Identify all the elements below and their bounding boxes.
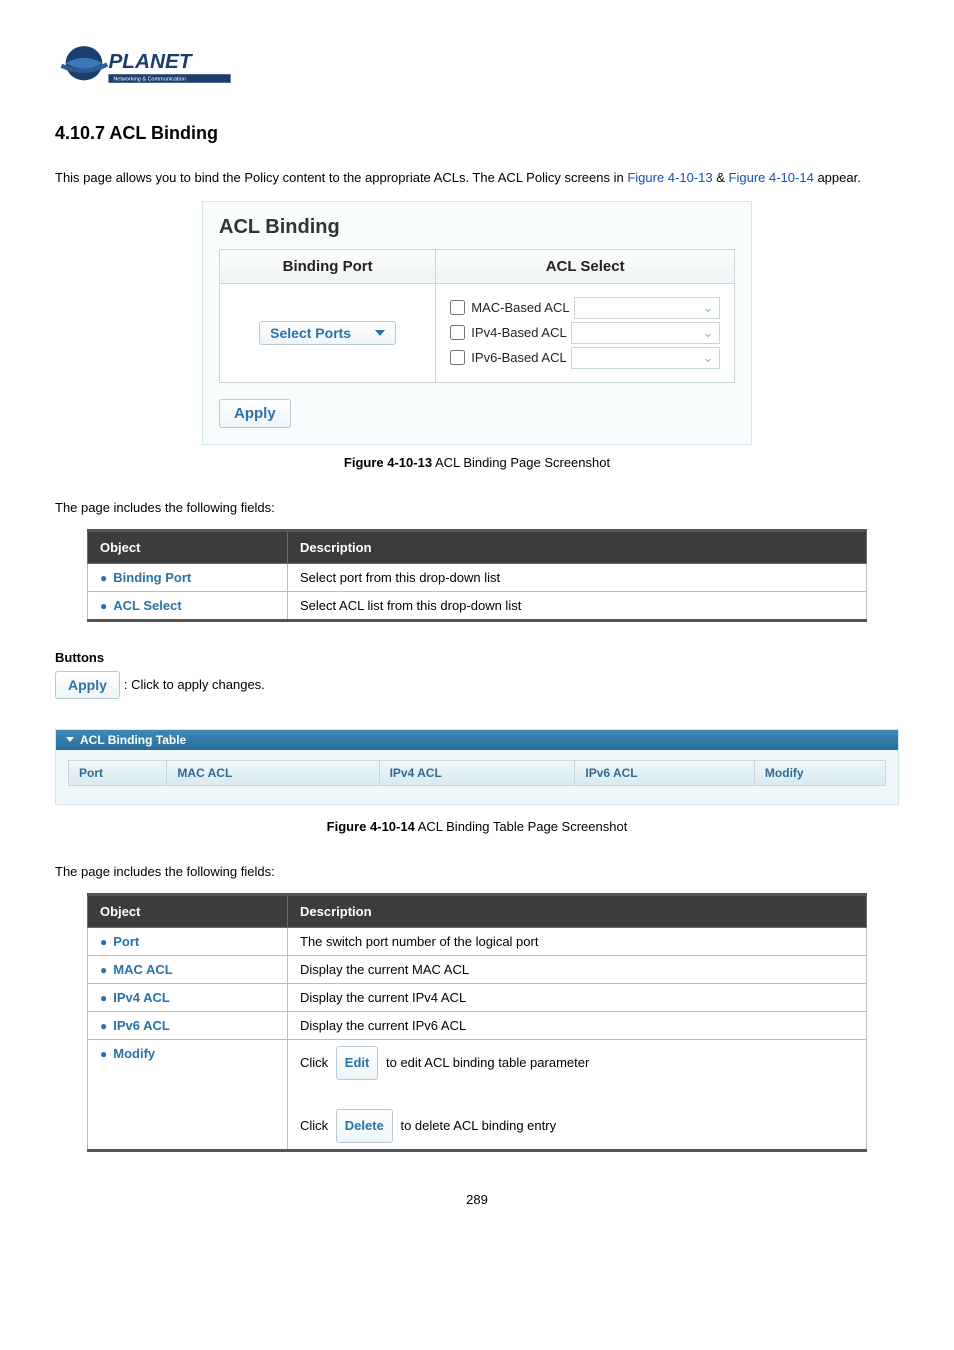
chevron-down-icon xyxy=(66,737,74,742)
obj-desc: Display the current IPv4 ACL xyxy=(288,983,867,1011)
obj-desc: Select ACL list from this drop-down list xyxy=(288,591,867,620)
apply-button-desc: : Click to apply changes. xyxy=(124,677,265,692)
obj-name: MAC ACL xyxy=(113,962,172,977)
intro-paragraph: This page allows you to bind the Policy … xyxy=(55,162,899,195)
ipv4-based-acl-label: IPv4-Based ACL xyxy=(471,325,566,340)
panel-title: ACL Binding xyxy=(219,212,735,249)
obj-desc-modify: Click Edit to edit ACL binding table par… xyxy=(288,1039,867,1151)
bullet-icon: ● xyxy=(100,1047,107,1061)
figure-caption-num: Figure 4-10-14 xyxy=(327,819,415,834)
apply-button[interactable]: Apply xyxy=(219,399,291,428)
chevron-down-icon: ⌄ xyxy=(701,301,715,315)
obj-name: IPv4 ACL xyxy=(113,990,170,1005)
table-row: ● IPv4 ACL Display the current IPv4 ACL xyxy=(88,983,867,1011)
obj-name: Binding Port xyxy=(113,570,191,585)
obj-name: Port xyxy=(113,934,139,949)
section-heading: 4.10.7 ACL Binding xyxy=(55,123,899,144)
col-binding-port: Binding Port xyxy=(220,249,436,283)
intro-amp: & xyxy=(716,170,728,185)
obj-name: IPv6 ACL xyxy=(113,1018,170,1033)
table2-header-desc: Description xyxy=(288,894,867,927)
buttons-row: Apply : Click to apply changes. xyxy=(55,671,899,699)
table1-header-object: Object xyxy=(88,530,288,563)
delete-desc: to delete ACL binding entry xyxy=(400,1118,556,1133)
edit-desc: to edit ACL binding table parameter xyxy=(386,1055,589,1070)
brand-logo: PLANET Networking & Communication xyxy=(55,40,899,98)
delete-button[interactable]: Delete xyxy=(336,1109,393,1144)
intro-text-pre: This page allows you to bind the Policy … xyxy=(55,170,627,185)
bullet-icon: ● xyxy=(100,991,107,1005)
acl-binding-table-header[interactable]: ACL Binding Table xyxy=(56,730,898,750)
obj-desc: Select port from this drop-down list xyxy=(288,563,867,591)
ipv4-based-acl-checkbox[interactable] xyxy=(450,325,465,340)
mac-based-acl-checkbox[interactable] xyxy=(450,300,465,315)
table-row: ● Port The switch port number of the logi… xyxy=(88,927,867,955)
ipv6-based-acl-checkbox[interactable] xyxy=(450,350,465,365)
click-text: Click xyxy=(300,1055,328,1070)
buttons-heading: Buttons xyxy=(55,650,899,665)
obj-name: Modify xyxy=(113,1046,155,1061)
mac-based-acl-label: MAC-Based ACL xyxy=(471,300,569,315)
bullet-icon: ● xyxy=(100,935,107,949)
ipv4-based-acl-select[interactable]: ⌄ xyxy=(571,322,720,344)
click-text: Click xyxy=(300,1118,328,1133)
select-ports-dropdown[interactable]: Select Ports xyxy=(259,321,396,345)
obj-name: ACL Select xyxy=(113,598,181,613)
bullet-icon: ● xyxy=(100,963,107,977)
table1-header-desc: Description xyxy=(288,530,867,563)
figure-link-4-10-14[interactable]: Figure 4-10-14 xyxy=(729,170,814,185)
table-row: ● Modify Click Edit to edit ACL binding t… xyxy=(88,1039,867,1151)
col-port: Port xyxy=(69,761,167,785)
planet-logo-icon: PLANET Networking & Communication xyxy=(55,40,245,95)
chevron-down-icon xyxy=(375,330,385,336)
figure-caption-text: ACL Binding Table Page Screenshot xyxy=(415,819,627,834)
col-acl-select: ACL Select xyxy=(436,249,735,283)
col-ipv6-acl: IPv6 ACL xyxy=(575,761,755,785)
obj-desc: Display the current MAC ACL xyxy=(288,955,867,983)
table-row: ● MAC ACL Display the current MAC ACL xyxy=(88,955,867,983)
bullet-icon: ● xyxy=(100,1019,107,1033)
acl-binding-table-panel: ACL Binding Table Port MAC ACL IPv4 ACL … xyxy=(55,729,899,805)
bullet-icon: ● xyxy=(100,571,107,585)
obj-desc: Display the current IPv6 ACL xyxy=(288,1011,867,1039)
object-desc-table-2: Object Description ● Port The switch port… xyxy=(87,893,867,1153)
svg-text:Networking & Communication: Networking & Communication xyxy=(113,76,185,82)
col-mac-acl: MAC ACL xyxy=(167,761,379,785)
apply-button-sample[interactable]: Apply xyxy=(55,671,120,699)
acl-binding-table-title: ACL Binding Table xyxy=(80,733,186,747)
table-row: ● Binding Port Select port from this drop… xyxy=(88,563,867,591)
edit-button[interactable]: Edit xyxy=(336,1046,379,1081)
bullet-icon: ● xyxy=(100,599,107,613)
acl-binding-panel: ACL Binding Binding Port ACL Select Sele… xyxy=(202,201,752,445)
table2-header-object: Object xyxy=(88,894,288,927)
chevron-down-icon: ⌄ xyxy=(701,351,715,365)
ipv6-based-acl-select[interactable]: ⌄ xyxy=(571,347,720,369)
chevron-down-icon: ⌄ xyxy=(701,326,715,340)
col-modify: Modify xyxy=(754,761,885,785)
col-ipv4-acl: IPv4 ACL xyxy=(379,761,575,785)
table-row: ● IPv6 ACL Display the current IPv6 ACL xyxy=(88,1011,867,1039)
fields-intro-1: The page includes the following fields: xyxy=(55,500,899,515)
figure-caption-num: Figure 4-10-13 xyxy=(344,455,432,470)
ipv6-based-acl-label: IPv6-Based ACL xyxy=(471,350,566,365)
mac-based-acl-select[interactable]: ⌄ xyxy=(574,297,720,319)
page-number: 289 xyxy=(55,1192,899,1207)
figure-link-4-10-13[interactable]: Figure 4-10-13 xyxy=(627,170,712,185)
panel-table: Binding Port ACL Select Select Ports MAC… xyxy=(219,249,735,383)
object-desc-table-1: Object Description ● Binding Port Select … xyxy=(87,529,867,622)
figure-4-10-14-caption: Figure 4-10-14 ACL Binding Table Page Sc… xyxy=(55,819,899,834)
acl-binding-table-grid: Port MAC ACL IPv4 ACL IPv6 ACL Modify xyxy=(68,760,886,786)
figure-4-10-13-caption: Figure 4-10-13 ACL Binding Page Screensh… xyxy=(55,455,899,470)
intro-text-post: appear. xyxy=(817,170,860,185)
table-row: ● ACL Select Select ACL list from this dr… xyxy=(88,591,867,620)
svg-text:PLANET: PLANET xyxy=(108,50,193,73)
select-ports-label: Select Ports xyxy=(270,325,351,341)
fields-intro-2: The page includes the following fields: xyxy=(55,864,899,879)
obj-desc: The switch port number of the logical po… xyxy=(288,927,867,955)
figure-caption-text: ACL Binding Page Screenshot xyxy=(432,455,610,470)
